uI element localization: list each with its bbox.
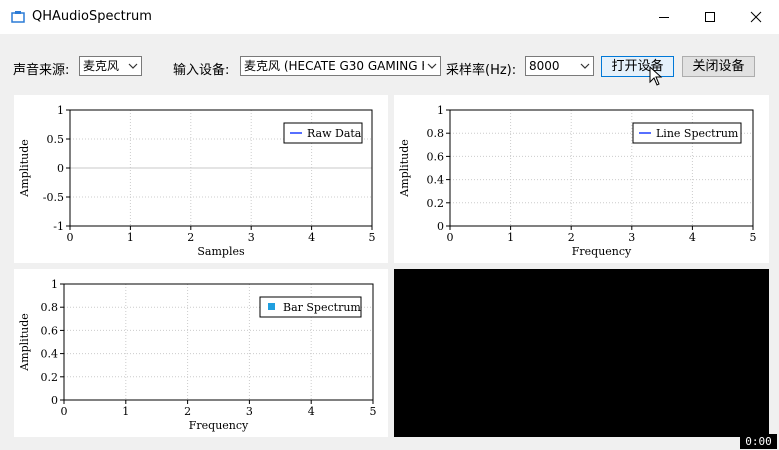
maximize-icon <box>705 12 715 22</box>
chart-legend: Bar Spectrum <box>259 296 362 318</box>
samplerate-label: 采样率(Hz): <box>446 63 517 78</box>
samplerate-select[interactable]: 8000 <box>525 56 594 76</box>
x-tick-label: 2 <box>184 405 191 418</box>
chevron-down-icon <box>580 63 590 69</box>
chevron-down-icon <box>427 63 437 69</box>
close-window-button[interactable] <box>733 0 779 34</box>
x-tick-label: 4 <box>308 405 315 418</box>
x-tick-label: 1 <box>127 231 134 244</box>
raw-data-chart-panel: 0 1 2 3 4 5 -1 -0.5 0 0.5 1 Samples Amplitude Raw Dat… <box>14 95 388 263</box>
x-tick-label: 5 <box>369 231 376 244</box>
window-title: QHAudioSpectrum <box>32 9 152 24</box>
x-tick-label: 3 <box>248 231 255 244</box>
x-tick-label: 0 <box>61 405 68 418</box>
y-tick-label: 0 <box>57 162 64 175</box>
y-tick-label: 0.4 <box>41 348 59 361</box>
x-tick-label: 2 <box>187 231 194 244</box>
bar-spectrum-chart: 0 1 2 3 4 5 0 0.2 0.4 0.6 0.8 1 Frequency Amplitude Ba… <box>18 278 377 432</box>
device-label: 输入设备: <box>173 63 230 78</box>
legend-label: Line Spectrum <box>656 127 739 140</box>
line-spectrum-chart: 0 1 2 3 4 5 0 0.2 0.4 0.6 0.8 1 Frequency Amplitude Li… <box>398 104 757 258</box>
x-tick-label: 1 <box>507 231 514 244</box>
y-tick-label: 0 <box>51 394 58 407</box>
source-label: 声音来源: <box>13 63 70 78</box>
y-tick-label: 0.2 <box>41 371 59 384</box>
raw-data-chart: 0 1 2 3 4 5 -1 -0.5 0 0.5 1 Samples Amplitude Raw Dat… <box>18 104 376 258</box>
legend-bar-swatch <box>268 303 275 310</box>
y-tick-label: 0.8 <box>427 127 445 140</box>
close-device-button[interactable]: 关闭设备 <box>682 56 755 77</box>
app-icon <box>11 11 25 23</box>
mouse-cursor-icon <box>649 66 663 86</box>
bar-spectrum-chart-panel: 0 1 2 3 4 5 0 0.2 0.4 0.6 0.8 1 Frequency Amplitude Ba… <box>14 269 388 437</box>
y-tick-label: 0.2 <box>427 197 445 210</box>
chevron-down-icon <box>128 63 138 69</box>
minimize-button[interactable] <box>641 0 687 34</box>
x-tick-label: 2 <box>568 231 575 244</box>
x-tick-label: 1 <box>122 405 129 418</box>
source-select-value: 麦克风 <box>83 59 120 73</box>
device-select[interactable]: 麦克风 (HECATE G30 GAMING HEAD <box>240 56 441 76</box>
x-tick-label: 3 <box>246 405 253 418</box>
x-axis-label: Samples <box>197 245 245 258</box>
y-tick-label: 1 <box>57 104 64 117</box>
y-tick-label: 1 <box>437 104 444 117</box>
x-axis-label: Frequency <box>572 245 632 258</box>
x-tick-label: 0 <box>67 231 74 244</box>
y-tick-label: 0.4 <box>427 174 445 187</box>
y-tick-label: 0.8 <box>41 301 59 314</box>
chart-legend: Line Spectrum <box>632 122 742 144</box>
x-tick-label: 5 <box>750 231 757 244</box>
video-timestamp: 0:00 <box>740 434 777 449</box>
source-select[interactable]: 麦克风 <box>79 56 142 76</box>
x-tick-label: 4 <box>689 231 696 244</box>
legend-label: Raw Data <box>307 127 362 140</box>
maximize-button[interactable] <box>687 0 733 34</box>
y-tick-label: 1 <box>51 278 58 291</box>
legend-label: Bar Spectrum <box>283 301 361 314</box>
x-tick-label: 0 <box>447 231 454 244</box>
y-tick-label: -1 <box>53 220 64 233</box>
y-axis-label: Amplitude <box>18 139 31 198</box>
open-device-button[interactable]: 打开设备 <box>601 56 674 77</box>
samplerate-select-value: 8000 <box>529 59 560 73</box>
y-tick-label: 0.6 <box>41 324 59 337</box>
line-spectrum-chart-panel: 0 1 2 3 4 5 0 0.2 0.4 0.6 0.8 1 Frequency Amplitude Li… <box>394 95 769 263</box>
x-axis-label: Frequency <box>189 419 249 432</box>
y-tick-label: 0 <box>437 220 444 233</box>
chart-legend: Raw Data <box>283 122 363 144</box>
waterfall-display-panel <box>394 269 769 437</box>
title-bar: QHAudioSpectrum <box>0 0 779 34</box>
minimize-icon <box>659 17 669 18</box>
y-axis-label: Amplitude <box>18 313 31 372</box>
y-tick-label: -0.5 <box>43 191 64 204</box>
y-tick-label: 0.5 <box>47 133 65 146</box>
close-icon <box>750 11 762 23</box>
device-select-value: 麦克风 (HECATE G30 GAMING HEAD <box>244 59 424 73</box>
x-tick-label: 3 <box>628 231 635 244</box>
x-tick-label: 5 <box>370 405 377 418</box>
y-tick-label: 0.6 <box>427 150 445 163</box>
y-axis-label: Amplitude <box>398 139 411 198</box>
x-tick-label: 4 <box>308 231 315 244</box>
